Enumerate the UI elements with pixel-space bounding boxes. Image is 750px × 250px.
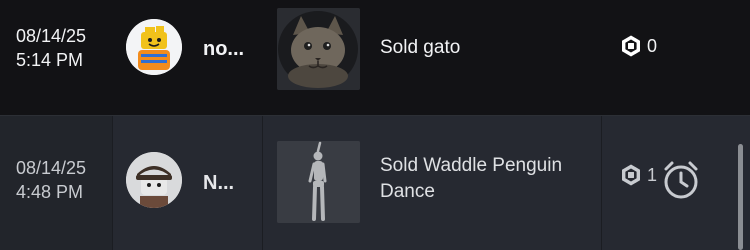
cell-separator — [112, 116, 113, 250]
price: 1 — [619, 163, 657, 187]
date-text: 08/14/25 — [16, 26, 87, 46]
date-text: 08/14/25 — [16, 158, 87, 178]
transaction-row[interactable]: 08/14/25 5:14 PM no... Sold gato 0 — [0, 0, 750, 116]
robux-icon — [622, 35, 640, 57]
item-description: Sold Waddle Penguin Dance — [380, 155, 563, 202]
price-value: 0 — [647, 35, 658, 56]
cell-separator — [601, 116, 602, 250]
item-thumbnail[interactable] — [277, 141, 360, 223]
avatar[interactable] — [126, 19, 182, 75]
user-avatar-icon — [126, 19, 182, 75]
emote-thumbnail-icon — [277, 141, 360, 223]
transaction-date: 08/14/25 4:48 PM — [16, 156, 86, 204]
time-text: 5:14 PM — [16, 50, 84, 70]
robux-icon — [622, 164, 640, 186]
item-thumbnail[interactable] — [277, 8, 360, 90]
item-description: Sold gato — [380, 37, 461, 58]
time-text: 4:48 PM — [16, 182, 84, 202]
cat-thumbnail-icon — [277, 8, 360, 90]
transaction-row[interactable]: 08/14/25 4:48 PM N... Sold Waddle Pengui… — [0, 116, 750, 250]
transaction-date: 08/14/25 5:14 PM — [16, 24, 86, 72]
user-avatar-icon — [126, 152, 182, 208]
transaction-list: 08/14/25 5:14 PM no... Sold gato 0 08/14… — [0, 0, 750, 250]
avatar[interactable] — [126, 152, 182, 208]
scrollbar[interactable] — [738, 144, 743, 250]
price: 0 — [619, 34, 657, 58]
price-value: 1 — [647, 164, 658, 185]
username[interactable]: no... — [203, 37, 244, 61]
clock-icon — [662, 160, 700, 205]
cell-separator — [262, 116, 263, 250]
username[interactable]: N... — [203, 171, 234, 195]
